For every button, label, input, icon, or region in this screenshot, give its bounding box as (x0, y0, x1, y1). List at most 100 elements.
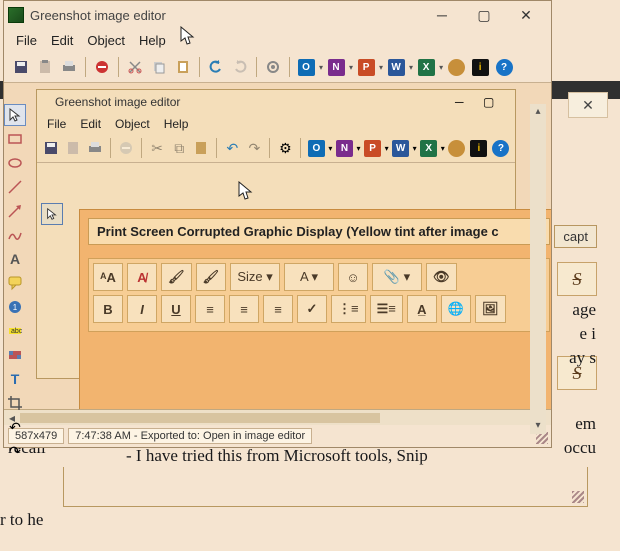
rectangle-tool-icon[interactable] (4, 128, 26, 150)
menu-file[interactable]: File (16, 33, 37, 48)
tab-close-button[interactable]: ✕ (568, 92, 608, 118)
print-icon[interactable] (58, 56, 80, 78)
print-icon[interactable] (85, 137, 105, 159)
bg-text-frag: em (575, 414, 596, 434)
rte-image[interactable]: 🖼 (475, 295, 506, 323)
copy-icon[interactable] (148, 56, 170, 78)
rte-italic[interactable]: I (127, 295, 157, 323)
palette-icon[interactable] (447, 137, 467, 159)
cursor-tool-icon[interactable] (4, 104, 26, 126)
rte-underline[interactable]: U (161, 295, 191, 323)
word-icon[interactable]: W (385, 56, 407, 78)
rte-preview[interactable]: 👁 (426, 263, 457, 291)
rte-text-color[interactable]: A̲ (407, 295, 437, 323)
obfuscate-tool-icon[interactable] (4, 344, 26, 366)
powerpoint-icon[interactable]: P (355, 56, 377, 78)
powerpoint-icon[interactable]: P (363, 137, 383, 159)
greenshot-icon (8, 7, 24, 23)
copy-icon[interactable]: ⧉ (169, 137, 189, 159)
bg-text-frag: e i (579, 324, 596, 344)
menu-edit[interactable]: Edit (80, 117, 101, 131)
menu-help[interactable]: Help (139, 33, 166, 48)
settings-icon[interactable] (262, 56, 284, 78)
word-icon[interactable]: W (391, 137, 411, 159)
rte-list-number[interactable]: ☰≡ (370, 295, 403, 323)
rte-link[interactable]: 🌐 (441, 295, 471, 323)
cursor-tool-icon[interactable] (41, 203, 63, 225)
inner-maximize-button[interactable]: ▢ (483, 95, 511, 109)
ellipse-tool-icon[interactable] (4, 152, 26, 174)
side-button-s1[interactable]: S (557, 262, 597, 296)
rte-attach[interactable]: 📎 ▾ (372, 263, 422, 291)
cut-icon[interactable]: ✂ (147, 137, 167, 159)
rte-clear-format[interactable]: A̸ (127, 263, 157, 291)
inner-minimize-button[interactable]: ─ (455, 95, 483, 109)
scroll-thumb[interactable] (20, 413, 380, 423)
paste-icon[interactable] (172, 56, 194, 78)
text-tool-icon[interactable]: A (4, 248, 26, 270)
rte-align-right[interactable]: ≡ (263, 295, 293, 323)
clipboard-icon[interactable] (63, 137, 83, 159)
rte-emoji[interactable]: ☺ (338, 263, 368, 291)
scroll-up-icon[interactable]: ▴ (530, 104, 546, 120)
undo-icon[interactable]: ↶ (222, 137, 242, 159)
rotate-right-icon[interactable]: ↷ (4, 440, 26, 462)
rte-size[interactable]: Size ▾ (230, 263, 280, 291)
v-scrollbar[interactable]: ▴ ▾ (530, 104, 546, 434)
palette-icon[interactable] (445, 56, 467, 78)
line-tool-icon[interactable] (4, 176, 26, 198)
rte-list-bullet[interactable]: ⋮≡ (331, 295, 366, 323)
redo-icon[interactable] (229, 56, 251, 78)
info-icon[interactable]: i (469, 137, 489, 159)
minimize-button[interactable]: ─ (421, 3, 463, 27)
onenote-icon[interactable]: N (325, 56, 347, 78)
save-icon[interactable] (41, 137, 61, 159)
resize-grip[interactable] (572, 491, 584, 503)
rte-align-center[interactable]: ≡ (229, 295, 259, 323)
freehand-tool-icon[interactable] (4, 224, 26, 246)
info-icon[interactable]: i (469, 56, 491, 78)
menu-object[interactable]: Object (115, 117, 150, 131)
maximize-button[interactable]: ▢ (463, 3, 505, 27)
crop-tool-icon[interactable] (4, 392, 26, 414)
excel-icon[interactable]: X (415, 56, 437, 78)
highlight-tool-icon[interactable]: abc (4, 320, 26, 342)
undo-icon[interactable] (205, 56, 227, 78)
menu-object[interactable]: Object (87, 33, 125, 48)
rte-bold[interactable]: B (93, 295, 123, 323)
delete-icon[interactable] (91, 56, 113, 78)
rte-tool[interactable]: 🖌 (161, 263, 192, 291)
redo-icon[interactable]: ↷ (244, 137, 264, 159)
outer-canvas: Greenshot image editor ─ ▢ File Edit Obj… (4, 83, 551, 409)
capture-button-fragment[interactable]: capt (554, 225, 597, 248)
help-icon[interactable]: ? (491, 137, 511, 159)
rotate-left-icon[interactable]: ↶ (4, 416, 26, 438)
delete-icon[interactable] (116, 137, 136, 159)
outlook-icon[interactable]: O (295, 56, 317, 78)
help-icon[interactable]: ? (493, 56, 515, 78)
scroll-down-icon[interactable]: ▾ (530, 418, 546, 434)
rte-font[interactable]: A ▾ (284, 263, 334, 291)
menu-file[interactable]: File (47, 117, 66, 131)
speech-bubble-tool-icon[interactable] (4, 272, 26, 294)
outlook-icon[interactable]: O (306, 137, 326, 159)
onenote-icon[interactable]: N (334, 137, 354, 159)
menu-help[interactable]: Help (164, 117, 189, 131)
excel-icon[interactable]: X (419, 137, 439, 159)
rte-list-check[interactable]: ✓ (297, 295, 327, 323)
cut-icon[interactable] (124, 56, 146, 78)
close-button[interactable]: ✕ (505, 3, 547, 27)
save-icon[interactable] (10, 56, 32, 78)
arrow-tool-icon[interactable] (4, 200, 26, 222)
menu-edit[interactable]: Edit (51, 33, 73, 48)
paste-icon[interactable] (191, 137, 211, 159)
h-scrollbar[interactable]: ◂ ▸ (4, 409, 551, 425)
clipboard-icon[interactable] (34, 56, 56, 78)
counter-tool-icon[interactable]: 1 (4, 296, 26, 318)
rte-align-left[interactable]: ≡ (195, 295, 225, 323)
outer-statusbar: 587x479 7:47:38 AM - Exported to: Open i… (4, 425, 551, 447)
effect-tool-icon[interactable]: T (4, 368, 26, 390)
rte-font-color[interactable]: ᴬA (93, 263, 123, 291)
rte-tool[interactable]: 🖌 (196, 263, 227, 291)
settings-icon[interactable]: ⚙ (275, 137, 295, 159)
